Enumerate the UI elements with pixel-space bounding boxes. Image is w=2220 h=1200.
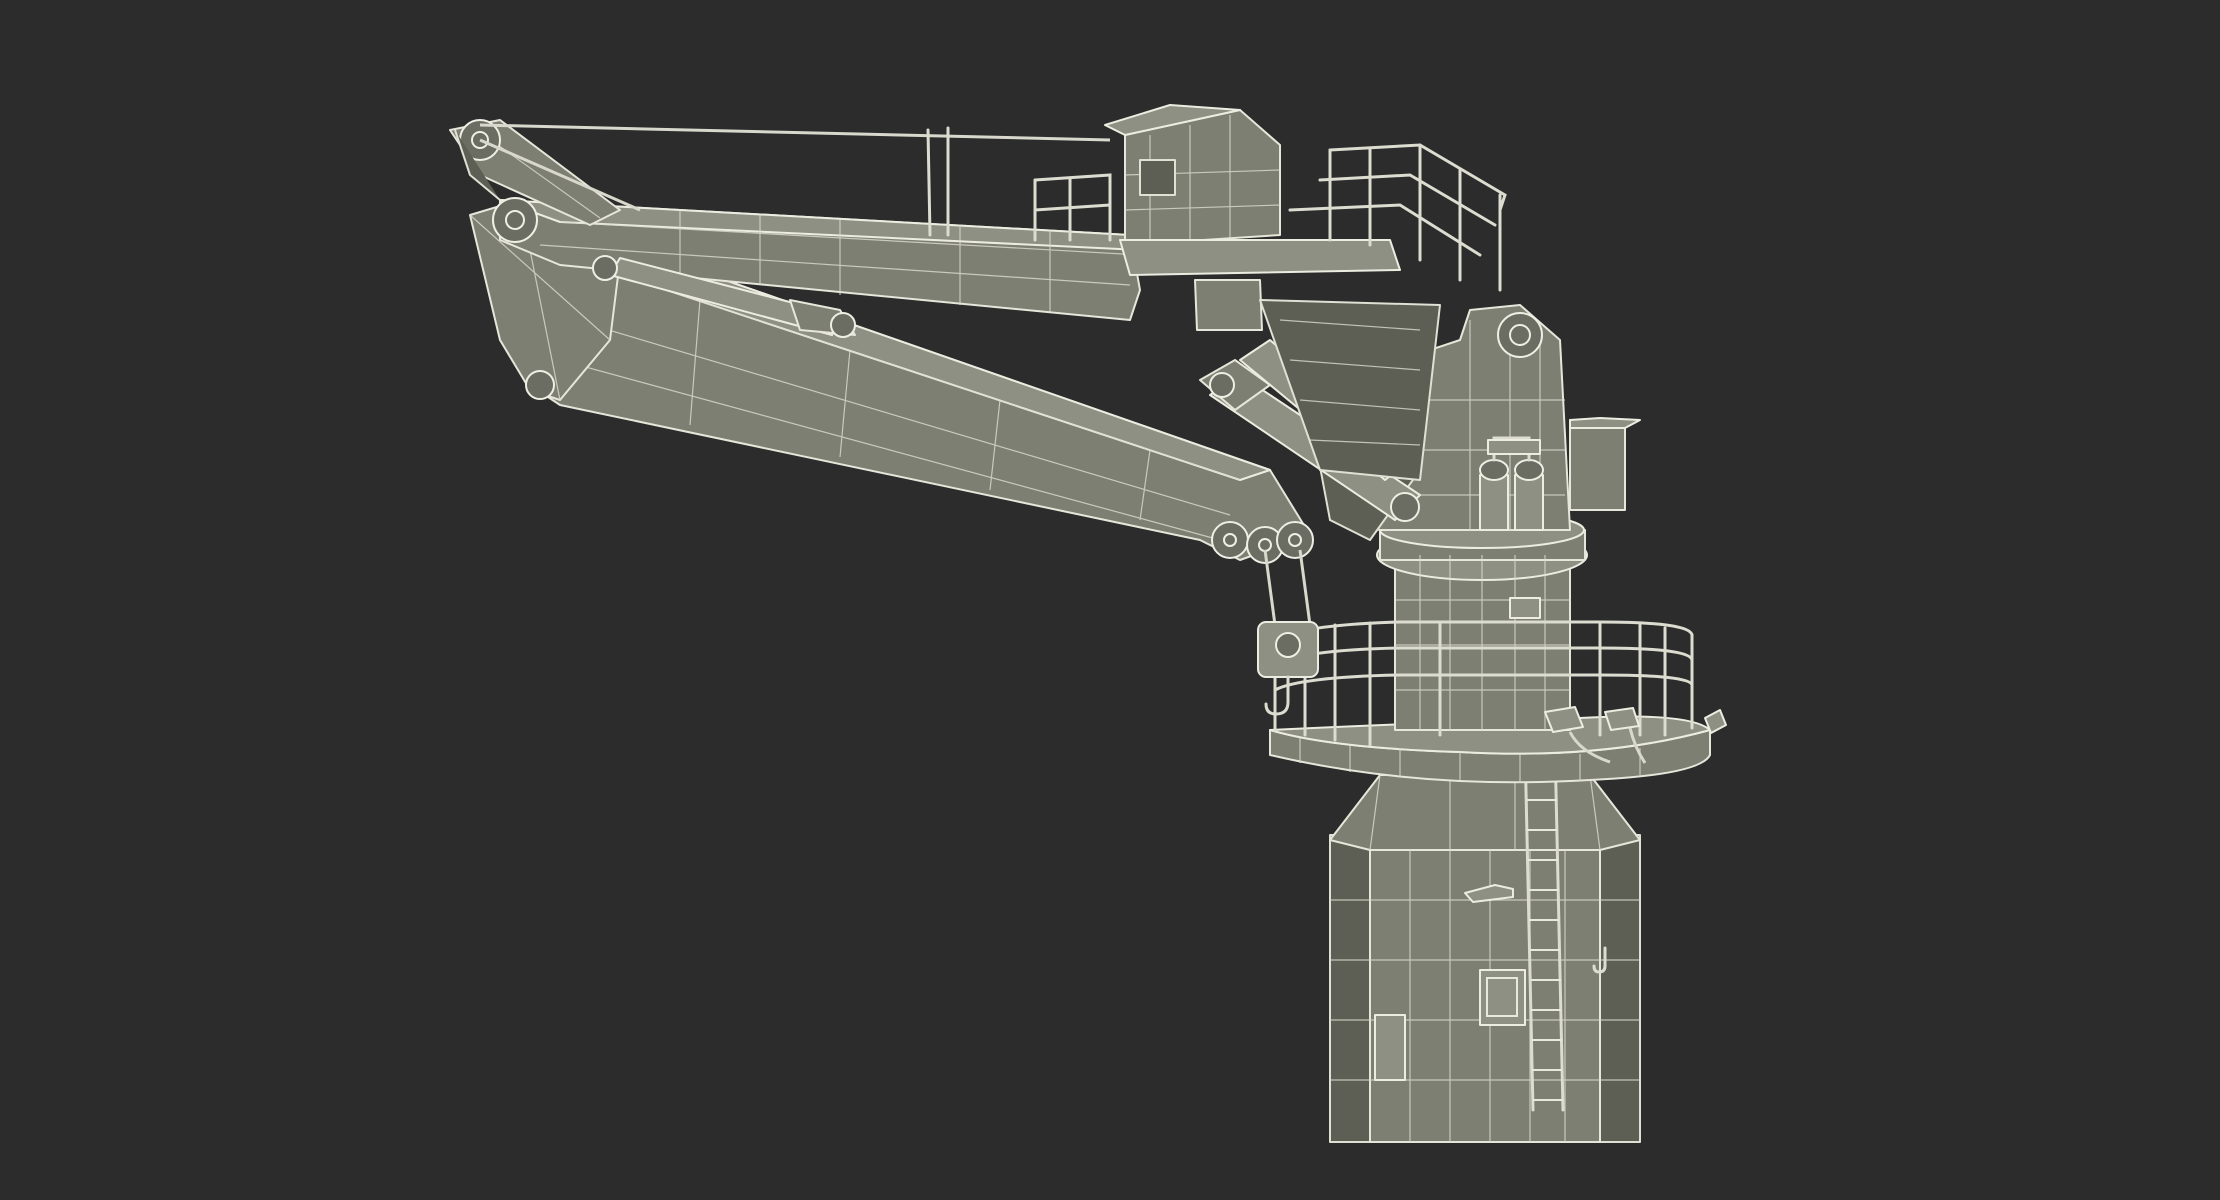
operator-cabin [1104,104,1401,331]
control-cabinet [1569,419,1626,511]
hook-block [1257,549,1319,716]
access-door [1374,1014,1406,1081]
crane-wireframe-render [449,104,1727,1143]
sheave-cluster [1211,521,1314,564]
flood-light-2 [1604,707,1640,731]
flood-light-1 [1544,706,1584,733]
crane-pedestal [1329,749,1641,1143]
render-viewport [0,0,2220,1200]
